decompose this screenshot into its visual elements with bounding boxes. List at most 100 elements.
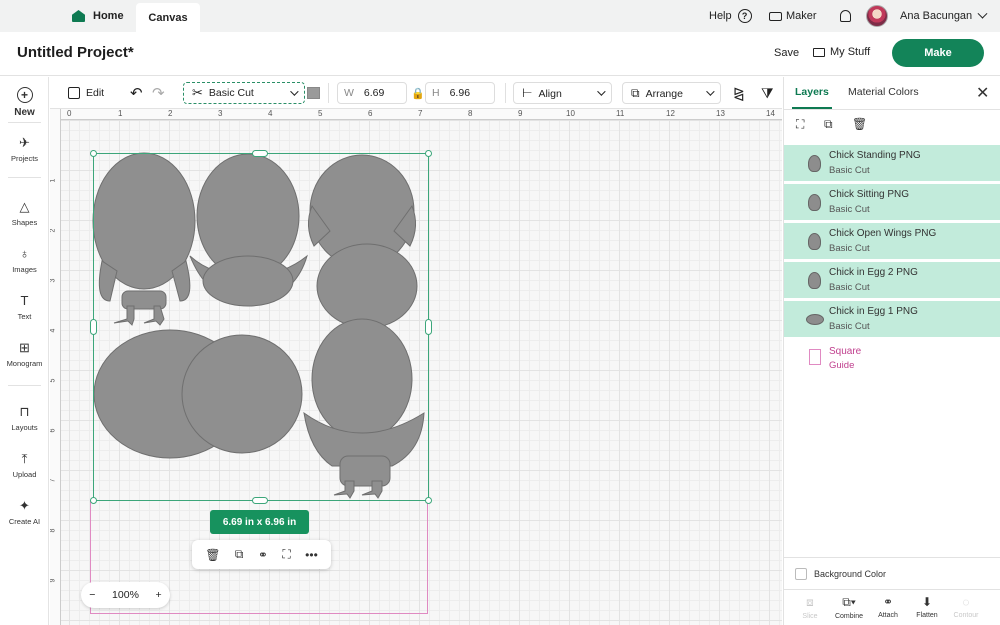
resize-handle[interactable] [90,497,97,504]
notifications-button[interactable] [837,0,853,32]
sidebar-item-create-ai[interactable]: ✦ Create AI [0,497,49,527]
duplicate-icon[interactable]: ⧉ [824,117,833,132]
resize-handle-left[interactable] [90,319,97,335]
help-label: Help [709,10,732,22]
layer-item[interactable]: Chick Sitting PNG Basic Cut [784,184,1000,221]
group-icon[interactable]: ⛶ [796,117,804,132]
combine-button[interactable]: ⧉▾ Combine [829,595,869,620]
sidebar-item-upload[interactable]: ⤒ Upload [0,451,49,480]
ruler-tick: 5 [318,109,323,118]
tab-canvas[interactable]: Canvas [136,3,200,32]
layer-item[interactable]: Chick in Egg 1 PNG Basic Cut [784,301,1000,338]
sidebar-item-layouts[interactable]: ⊓ Layouts [0,404,49,433]
sidebar-item-label: Projects [10,154,39,163]
duplicate-icon[interactable]: ⧉ [235,547,244,562]
focus-icon[interactable]: ⛶ [282,547,290,562]
ruler-tick: 3 [50,278,57,283]
mail-icon [813,47,825,57]
resize-handle-bottom[interactable] [252,497,268,504]
layer-thumbnail [808,272,821,289]
project-title[interactable]: Untitled Project* [17,44,134,61]
undo-icon[interactable]: ↶ [130,82,143,104]
tab-material-colors[interactable]: Material Colors [848,86,919,98]
sparkle-icon: ✦ [19,497,30,513]
contour-button[interactable]: ◌ Contour [946,595,986,619]
chevron-down-icon [597,87,606,96]
delete-icon[interactable]: 🗑 [852,117,867,131]
align-dropdown[interactable]: ⊢ Align [513,82,612,104]
sidebar-item-label: Layouts [11,423,38,432]
flip-vertical-icon[interactable]: ⧩ [761,82,774,104]
layer-item[interactable]: Chick Standing PNG Basic Cut [784,145,1000,182]
sidebar-item-projects[interactable]: ✈ Projects [0,135,49,164]
ruler-tick: 8 [50,528,57,533]
user-menu[interactable]: Ana Bacungan [900,0,988,32]
attach-icon[interactable]: ⚭ [258,548,268,562]
resize-handle-right[interactable] [425,319,432,335]
height-field[interactable]: H 6.96 [425,82,495,104]
maker-button[interactable]: Maker [769,0,817,32]
operation-select[interactable]: ✂ Basic Cut [183,82,305,104]
sidebar-item-monogram[interactable]: ⊞ Monogram [0,340,49,369]
color-swatch[interactable] [307,87,320,99]
top-bar: Home Canvas Help ? Maker Ana Bacungan [0,0,1000,32]
background-color-checkbox[interactable] [795,568,807,580]
layer-thumbnail [806,314,824,325]
delete-icon[interactable]: 🗑 [205,548,220,562]
chevron-down-icon [290,87,299,96]
sidebar-item-images[interactable]: ♁ Images [0,246,49,274]
zoom-in-button[interactable]: + [156,589,162,601]
make-button[interactable]: Make [892,39,984,67]
help-circle-icon: ? [737,9,752,23]
sidebar-item-label: Text [17,312,32,321]
save-button[interactable]: Save [774,47,799,59]
zoom-out-button[interactable]: − [89,589,95,601]
sidebar-item-shapes[interactable]: △ Shapes [0,199,49,228]
background-color-row: Background Color [784,557,1000,589]
edit-label: Edit [86,87,105,99]
layer-item[interactable]: Chick in Egg 2 PNG Basic Cut [784,262,1000,299]
layer-name: Chick in Egg 1 PNG [829,306,918,317]
layer-thumbnail [808,155,821,172]
guide-layer-item[interactable]: Square Guide [784,343,1000,379]
tab-home[interactable]: Home [72,0,124,32]
flip-horizontal-icon[interactable]: ⧎ [733,82,745,104]
avatar[interactable] [866,5,888,27]
height-key: H [432,87,440,99]
background-color-label: Background Color [814,569,887,579]
edit-button[interactable]: Edit [68,82,104,104]
resize-handle[interactable] [90,150,97,157]
contour-label: Contour [953,612,979,619]
lock-icon[interactable]: 🔒 [411,82,425,104]
align-icon: ⊢ [522,86,533,100]
redo-icon[interactable]: ↷ [152,82,165,104]
sidebar-item-new[interactable]: + New [0,87,49,118]
ruler-tick: 9 [50,578,57,583]
selection-box[interactable] [93,153,429,501]
resize-handle-top[interactable] [252,150,268,157]
layers-panel: Layers Material Colors ✕ ⛶ ⧉ 🗑 Chick Sta… [783,77,1000,625]
flatten-button[interactable]: ⬇ Flatten [907,595,947,619]
width-field[interactable]: W 6.69 [337,82,407,104]
attach-button[interactable]: ⚭ Attach [868,595,908,619]
attach-icon: ⚭ [882,595,894,609]
layer-operation: Basic Cut [829,165,870,176]
layer-name: Chick Standing PNG [829,150,921,161]
selection-actions: 🗑 ⧉ ⚭ ⛶ ••• [192,540,331,569]
layer-name: Chick Open Wings PNG [829,228,937,239]
arrange-dropdown[interactable]: ⧉ Arrange [622,82,721,104]
width-value: 6.69 [363,87,385,99]
design-canvas[interactable]: 0 1 2 3 4 5 6 7 8 9 10 11 12 13 14 1 2 3… [50,109,782,625]
help-button[interactable]: Help ? [709,0,752,32]
tab-layers[interactable]: Layers [795,86,829,98]
ruler-tick: 11 [616,109,625,118]
more-icon[interactable]: ••• [305,548,318,562]
my-stuff-button[interactable]: My Stuff [813,46,870,58]
layer-item[interactable]: Chick Open Wings PNG Basic Cut [784,223,1000,260]
rotate-handle[interactable] [425,150,432,157]
sidebar-item-text[interactable]: T Text [0,293,49,321]
resize-handle[interactable] [425,497,432,504]
close-icon[interactable]: ✕ [976,83,989,103]
slice-button[interactable]: ⧈ Slice [790,595,830,620]
machine-icon [769,11,782,21]
